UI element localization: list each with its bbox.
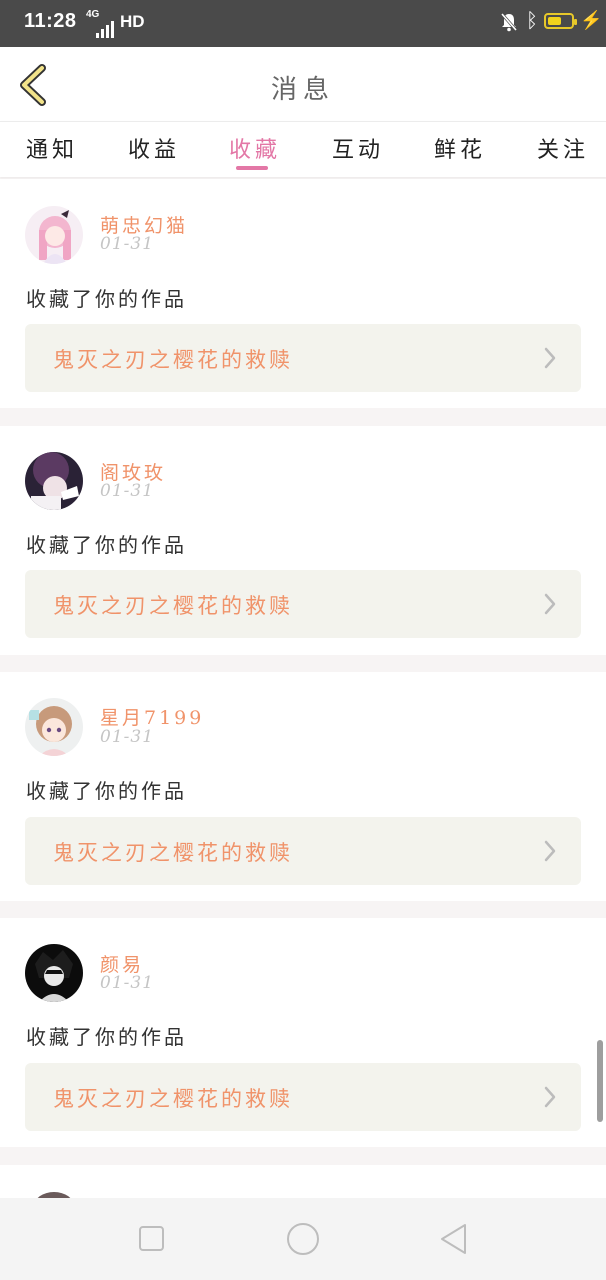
circle-home-icon[interactable] [280, 1218, 326, 1260]
status-bar: 11:28 4G HD ᛒ ⚡ [0, 0, 606, 47]
message-card: 颜易 01-31 收藏了你的作品 鬼灭之刃之樱花的救赎 [0, 918, 606, 1147]
message-card: 阁玫玫 01-31 收藏了你的作品 鬼灭之刃之樱花的救赎 [0, 426, 606, 655]
chevron-right-icon [544, 593, 556, 615]
message-card: 星月7199 01-31 收藏了你的作品 鬼灭之刃之樱花的救赎 [0, 672, 606, 901]
status-time: 11:28 [24, 10, 77, 32]
signal-icon [96, 20, 116, 38]
work-link[interactable]: 鬼灭之刃之樱花的救赎 [25, 570, 581, 638]
message-date: 01-31 [100, 727, 155, 747]
triangle-back-icon[interactable] [432, 1218, 478, 1260]
message-action: 收藏了你的作品 [26, 533, 187, 557]
system-nav-bar [0, 1198, 606, 1280]
battery-icon [544, 13, 577, 29]
message-action: 收藏了你的作品 [26, 287, 187, 311]
avatar[interactable] [25, 698, 83, 756]
active-tab-indicator [236, 166, 268, 170]
chevron-right-icon [544, 1086, 556, 1108]
hd-indicator: HD [120, 12, 145, 31]
work-title: 鬼灭之刃之樱花的救赎 [53, 594, 293, 618]
work-link[interactable]: 鬼灭之刃之樱花的救赎 [25, 1063, 581, 1131]
tab-interactions[interactable]: 互动 [332, 132, 384, 164]
message-date: 01-31 [100, 234, 155, 254]
avatar[interactable] [25, 944, 83, 1002]
work-link[interactable]: 鬼灭之刃之樱花的救赎 [25, 324, 581, 392]
chevron-right-icon [544, 840, 556, 862]
tab-earnings[interactable]: 收益 [128, 132, 180, 164]
message-action: 收藏了你的作品 [26, 779, 187, 803]
square-icon[interactable] [129, 1218, 175, 1260]
tab-notifications[interactable]: 通知 [26, 132, 78, 164]
page-title: 消息 [270, 75, 335, 105]
mute-bell-icon [500, 13, 518, 32]
message-date: 01-31 [100, 481, 155, 501]
work-title: 鬼灭之刃之樱花的救赎 [53, 841, 293, 865]
network-type: 4G [86, 9, 100, 20]
message-card: 萌忠幻猫 01-31 收藏了你的作品 鬼灭之刃之樱花的救赎 [0, 179, 606, 408]
avatar[interactable] [25, 206, 83, 264]
tab-bar: 通知 收益 收藏 互动 鲜花 关注 [0, 121, 606, 177]
avatar[interactable] [25, 452, 83, 510]
tab-follows[interactable]: 关注 [537, 132, 589, 164]
bluetooth-icon: ᛒ [526, 10, 538, 32]
work-title: 鬼灭之刃之樱花的救赎 [53, 1087, 293, 1111]
message-action: 收藏了你的作品 [26, 1025, 187, 1049]
work-title: 鬼灭之刃之樱花的救赎 [53, 348, 293, 372]
charging-icon: ⚡ [580, 10, 603, 30]
chevron-right-icon [544, 347, 556, 369]
tab-flowers[interactable]: 鲜花 [434, 132, 486, 164]
message-date: 01-31 [100, 973, 155, 993]
header: 消息 [0, 47, 606, 121]
tab-favorites[interactable]: 收藏 [229, 132, 281, 164]
work-link[interactable]: 鬼灭之刃之樱花的救赎 [25, 817, 581, 885]
scrollbar[interactable] [597, 1040, 603, 1122]
user-name[interactable]: 星月7199 [100, 703, 204, 730]
